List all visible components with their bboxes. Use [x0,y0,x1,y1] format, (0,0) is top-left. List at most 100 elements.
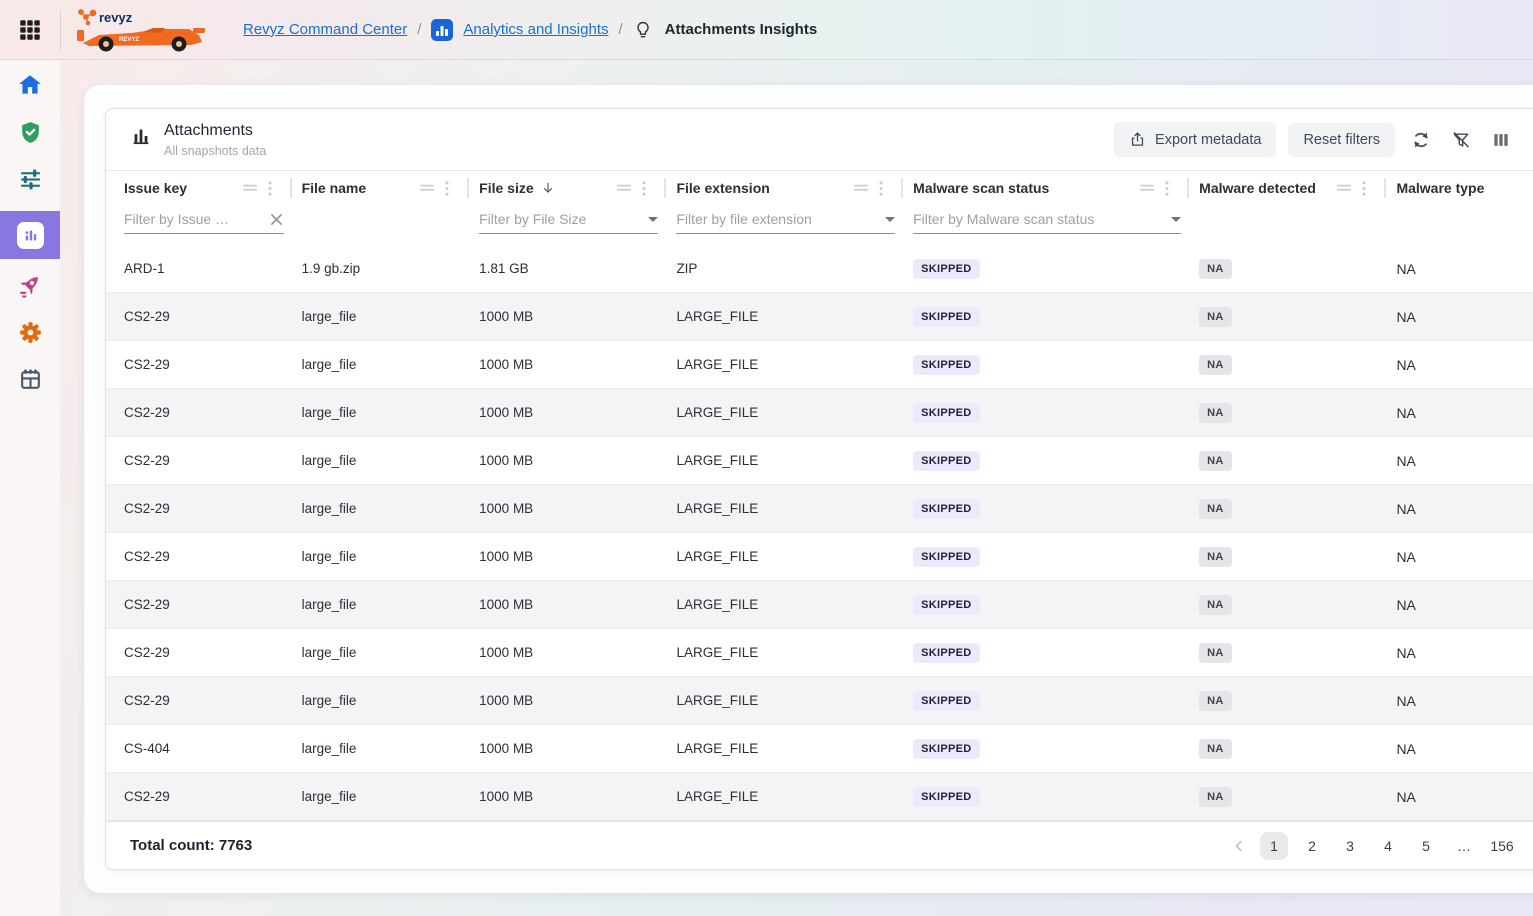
cell-file-size: 1000 MB [479,549,676,564]
sidebar-item-security[interactable] [0,117,60,147]
rocket-icon [18,273,43,298]
pagination-next-button[interactable] [1526,837,1533,855]
reset-filters-label: Reset filters [1303,132,1380,148]
table-row[interactable]: CS-404 large_file 1000 MB LARGE_FILE SKI… [106,725,1533,773]
fullscreen-button[interactable] [1527,126,1533,153]
cell-file-extension: LARGE_FILE [676,741,913,756]
cell-malware-type: NA [1396,405,1533,421]
pagination-page[interactable]: 3 [1336,832,1364,860]
column-header-file-name[interactable]: File name [302,178,480,198]
cell-file-extension: LARGE_FILE [676,597,913,612]
pagination-page[interactable]: 156 [1488,832,1516,860]
clear-filters-button[interactable] [1447,126,1475,154]
cell-malware-detected: NA [1199,595,1396,615]
table-row[interactable]: CS2-29 large_file 1000 MB LARGE_FILE SKI… [106,629,1533,677]
issue-key-filter-input[interactable] [124,211,236,227]
table-row[interactable]: CS2-29 large_file 1000 MB LARGE_FILE SKI… [106,581,1533,629]
malware-detected-badge: NA [1199,499,1232,519]
cell-issue-key: CS2-29 [124,789,302,804]
drag-handle-icon[interactable] [617,183,632,193]
column-menu-icon[interactable] [879,181,883,196]
column-header-issue-key[interactable]: Issue key [124,178,302,198]
apps-grid-icon[interactable] [0,0,60,60]
sidebar-item-analytics-active[interactable] [0,211,60,259]
column-header-file-extension[interactable]: File extension [676,178,913,198]
malware-detected-badge: NA [1199,307,1232,327]
pagination-page[interactable]: 1 [1260,832,1288,860]
cell-malware-detected: NA [1199,691,1396,711]
cell-file-extension: LARGE_FILE [676,453,913,468]
refresh-button[interactable] [1407,126,1435,154]
pagination-prev-button[interactable] [1228,837,1250,855]
malware-detected-badge: NA [1199,787,1232,807]
pagination-page[interactable]: 5 [1412,832,1440,860]
column-separator [290,178,292,198]
cell-file-name: large_file [302,453,480,468]
scan-status-badge: SKIPPED [913,499,979,519]
drag-handle-icon[interactable] [854,183,869,193]
home-icon [17,72,43,98]
sidebar-item-home[interactable] [0,70,60,100]
column-header-malware-detected[interactable]: Malware detected [1199,178,1396,198]
sort-desc-icon[interactable] [541,181,555,195]
column-menu-icon[interactable] [1165,181,1169,196]
cell-file-name: large_file [302,789,480,804]
malware-detected-badge: NA [1199,403,1232,423]
cell-issue-key: CS2-29 [124,501,302,516]
breadcrumb-link-analytics[interactable]: Analytics and Insights [463,21,608,38]
column-header-malware-scan-status[interactable]: Malware scan status [913,178,1199,198]
pagination-page[interactable]: 4 [1374,832,1402,860]
table-row[interactable]: ARD-1 1.9 gb.zip 1.81 GB ZIP SKIPPED NA … [106,245,1533,293]
dropdown-caret-icon [1171,217,1181,222]
table-row[interactable]: CS2-29 large_file 1000 MB LARGE_FILE SKI… [106,293,1533,341]
cell-file-extension: LARGE_FILE [676,501,913,516]
table-row[interactable]: CS2-29 large_file 1000 MB LARGE_FILE SKI… [106,437,1533,485]
cell-malware-detected: NA [1199,451,1396,471]
gear-icon [18,320,43,345]
column-header-malware-type[interactable]: Malware type [1396,180,1533,196]
export-metadata-button[interactable]: Export metadata [1114,122,1276,157]
drag-handle-icon[interactable] [420,183,435,193]
drag-handle-icon[interactable] [1140,183,1155,193]
cell-malware-detected: NA [1199,307,1396,327]
malware-scan-status-filter[interactable]: Filter by Malware scan status [913,211,1181,234]
sidebar-item-settings[interactable] [0,317,60,347]
tune-sliders-icon [18,167,43,192]
cell-malware-type: NA [1396,261,1533,277]
revyz-logo[interactable]: revyz REVYZ [73,6,213,54]
table-row[interactable]: CS2-29 large_file 1000 MB LARGE_FILE SKI… [106,677,1533,725]
pagination-page[interactable]: 2 [1298,832,1326,860]
file-extension-filter[interactable]: Filter by file extension [676,211,895,234]
column-header-file-size[interactable]: File size [479,178,676,198]
column-menu-icon[interactable] [642,181,646,196]
table-row[interactable]: CS2-29 large_file 1000 MB LARGE_FILE SKI… [106,341,1533,389]
sidebar-item-launch[interactable] [0,270,60,300]
cell-file-size: 1000 MB [479,741,676,756]
sidebar-item-records[interactable] [0,364,60,394]
breadcrumb-link-command-center[interactable]: Revyz Command Center [243,21,407,38]
file-size-filter[interactable]: Filter by File Size [479,211,658,234]
table-row[interactable]: CS2-29 large_file 1000 MB LARGE_FILE SKI… [106,485,1533,533]
cell-malware-scan-status: SKIPPED [913,691,1199,711]
cell-file-name: large_file [302,405,480,420]
drag-handle-icon[interactable] [243,183,258,193]
column-menu-icon[interactable] [445,181,449,196]
cell-file-size: 1000 MB [479,357,676,372]
drag-handle-icon[interactable] [1337,183,1352,193]
clear-filter-icon[interactable] [269,212,284,227]
column-menu-icon[interactable] [268,181,272,196]
table-row[interactable]: CS2-29 large_file 1000 MB LARGE_FILE SKI… [106,773,1533,821]
cell-file-extension: LARGE_FILE [676,789,913,804]
column-menu-icon[interactable] [1362,181,1366,196]
reset-filters-button[interactable]: Reset filters [1288,123,1395,157]
issue-key-filter[interactable] [124,211,284,234]
cell-file-name: large_file [302,309,480,324]
columns-icon [1491,130,1511,150]
cell-file-size: 1000 MB [479,501,676,516]
table-row[interactable]: CS2-29 large_file 1000 MB LARGE_FILE SKI… [106,533,1533,581]
sidebar-item-configuration[interactable] [0,164,60,194]
table-row[interactable]: CS2-29 large_file 1000 MB LARGE_FILE SKI… [106,389,1533,437]
bar-chart-title-icon [130,125,152,147]
manage-columns-button[interactable] [1487,126,1515,154]
cell-malware-scan-status: SKIPPED [913,499,1199,519]
